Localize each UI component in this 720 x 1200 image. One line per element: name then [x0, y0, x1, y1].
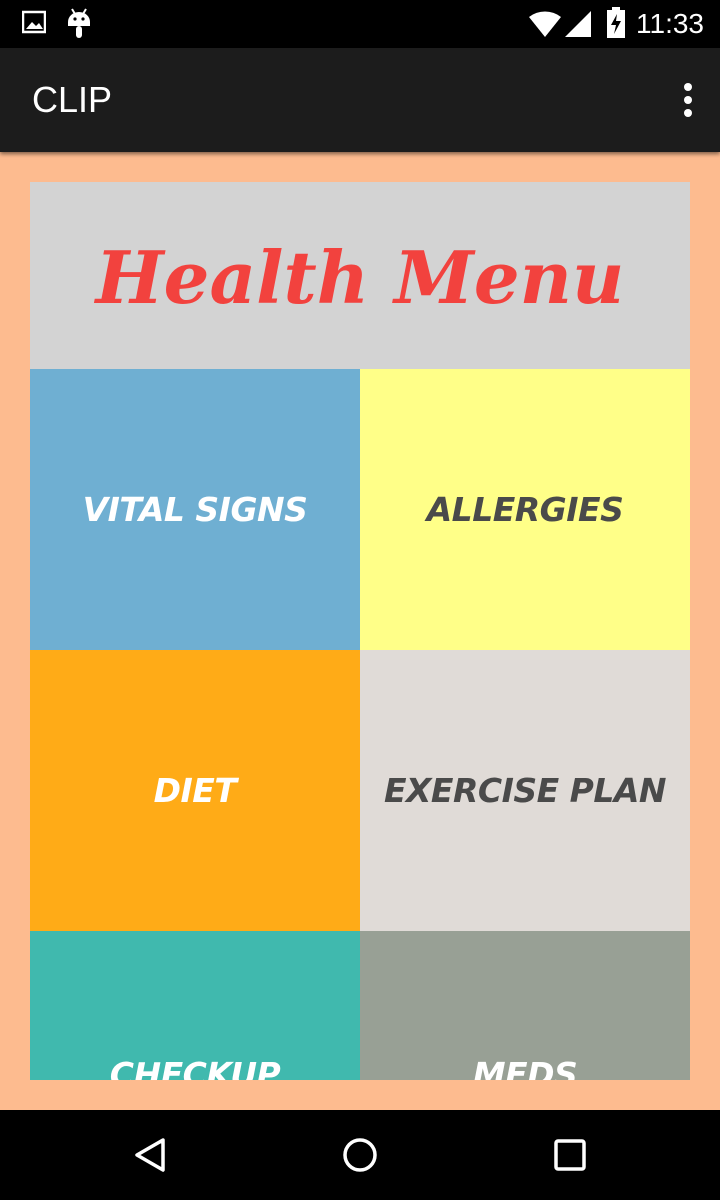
tile-diet[interactable]: DIET: [30, 650, 360, 931]
tile-label: ALLERGIES: [426, 490, 624, 529]
tile-label: DIET: [153, 771, 237, 810]
tile-meds[interactable]: MEDS: [360, 931, 690, 1080]
overflow-menu-icon[interactable]: [682, 82, 694, 118]
home-icon[interactable]: [340, 1135, 380, 1175]
wifi-icon: [528, 10, 562, 43]
page-title: Health Menu: [95, 235, 625, 320]
tile-label: MEDS: [472, 1055, 578, 1080]
android-icon: [66, 8, 92, 43]
menu-header: Health Menu: [30, 182, 690, 369]
battery-charging-icon: [606, 7, 626, 44]
status-bar: 11:33: [0, 0, 720, 48]
tile-checkup[interactable]: CHECKUP: [30, 931, 360, 1080]
navigation-bar: [0, 1110, 720, 1200]
tile-allergies[interactable]: ALLERGIES: [360, 369, 690, 650]
app-bar: CLIP: [0, 48, 720, 152]
tile-label: CHECKUP: [109, 1055, 281, 1080]
health-menu-card[interactable]: Health Menu VITAL SIGNS ALLERGIES DIET E…: [30, 182, 690, 1080]
recents-icon[interactable]: [550, 1135, 590, 1175]
tile-label: EXERCISE PLAN: [383, 771, 667, 810]
status-time: 11:33: [636, 8, 704, 39]
main-content: Health Menu VITAL SIGNS ALLERGIES DIET E…: [0, 152, 720, 1110]
image-icon: [21, 10, 47, 39]
signal-icon: [564, 10, 592, 43]
tile-vital-signs[interactable]: VITAL SIGNS: [30, 369, 360, 650]
tile-label: VITAL SIGNS: [82, 490, 308, 529]
app-title: CLIP: [32, 79, 113, 120]
back-icon[interactable]: [131, 1135, 171, 1175]
tile-exercise-plan[interactable]: EXERCISE PLAN: [360, 650, 690, 931]
